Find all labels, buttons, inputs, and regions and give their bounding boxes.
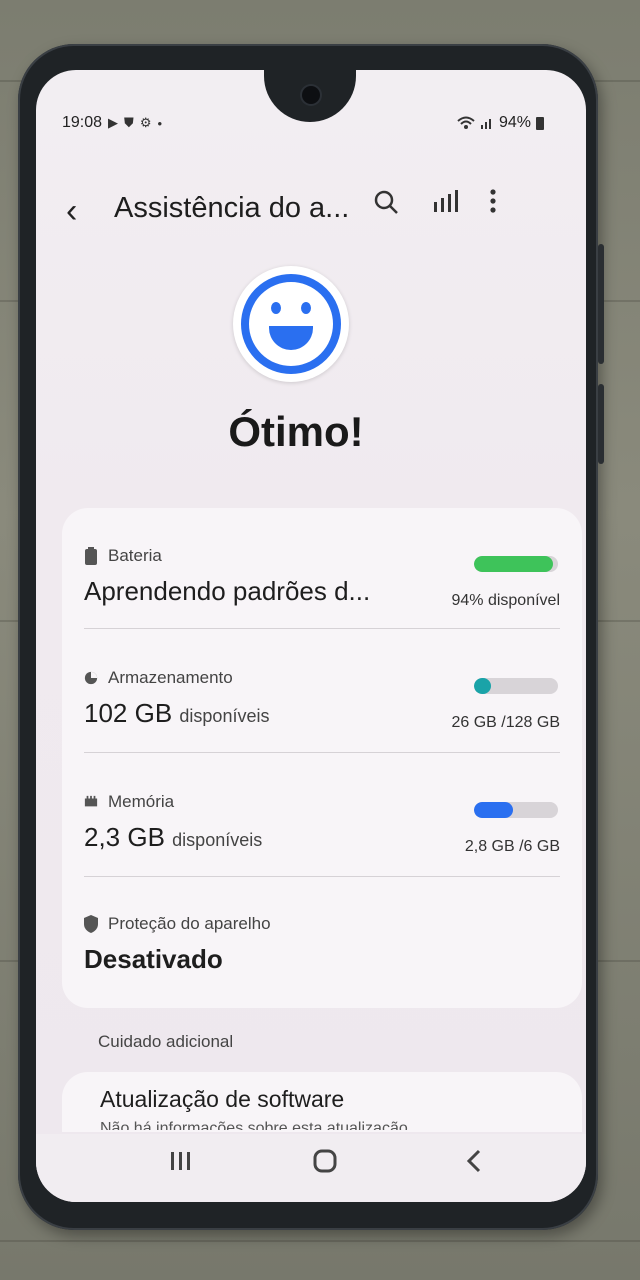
memory-available: 2,3 GB [84,822,165,852]
search-icon[interactable] [372,188,400,223]
status-time: 19:08 [62,114,103,131]
screen: 19:08 ▶ ⛊ ⚙ • 94% ‹ Assistência do a... … [36,70,586,1202]
play-icon: ▶ [108,115,119,130]
status-bar-right: 94% [457,114,544,132]
storage-section[interactable]: Armazenamento 102 GB disponíveis 26 GB /… [84,668,560,731]
back-nav-icon[interactable] [462,1148,488,1182]
software-update-title: Atualização de software [100,1086,345,1112]
power-button [598,384,604,464]
memory-section[interactable]: Memória 2,3 GB disponíveis 2,8 GB /6 GB [84,792,560,855]
protection-shield-icon [84,915,98,933]
bars-icon[interactable] [430,188,458,223]
smiley-eye-left [271,302,281,314]
page-title: Assistência do a... [114,192,350,224]
protection-label: Proteção do aparelho [108,914,271,933]
storage-bar-fill [474,678,491,694]
gear-icon: ⚙ [139,115,152,130]
battery-section[interactable]: Bateria Aprendendo padrões d... 94% disp… [84,546,560,609]
software-update-subtitle: Não há informações sobre esta atualizaçã… [100,1120,408,1130]
memory-available-suffix: disponíveis [172,830,263,850]
divider [84,752,560,753]
storage-section-icon [84,671,98,685]
extra-care-heading: Cuidado adicional [98,1032,234,1051]
divider [84,628,560,629]
battery-icon [536,117,544,130]
volume-button [598,244,604,364]
storage-available-suffix: disponíveis [179,706,270,726]
wifi-icon [457,116,475,129]
memory-bar-fill [474,802,514,818]
protection-status: Desativado [84,944,223,974]
shield-icon: ⛊ [124,115,134,130]
memory-label: Memória [108,792,175,811]
signal-icon [480,119,491,129]
notch [264,70,356,122]
memory-value: 2,8 GB /6 GB [464,838,560,855]
status-headline: Ótimo! [228,408,364,455]
more-icon[interactable] [488,188,498,223]
smiley-ring [241,274,341,374]
storage-bar [474,678,558,694]
navigation-bar [36,1134,586,1202]
battery-label: Bateria [108,546,162,565]
status-card: Bateria Aprendendo padrões d... 94% disp… [62,508,582,1008]
battery-value: 94% disponível [451,592,560,609]
protection-section[interactable]: Proteção do aparelho Desativado [84,914,560,975]
battery-bar [474,556,558,572]
divider [84,876,560,877]
back-icon[interactable]: ‹ [66,194,77,228]
app-header: ‹ Assistência do a... [36,182,586,242]
storage-label: Armazenamento [108,668,233,687]
memory-bar [474,802,558,818]
recent-apps-icon[interactable] [168,1148,194,1182]
battery-section-icon [85,547,97,565]
storage-value: 26 GB /128 GB [451,714,560,731]
battery-percent: 94% [498,114,531,131]
smiley-eye-right [301,302,311,314]
battery-bar-fill [474,556,553,572]
dot-icon: • [157,115,163,131]
smiley-icon [233,266,349,382]
status-bar-left: 19:08 ▶ ⛊ ⚙ • [62,114,162,132]
software-update-card[interactable]: Atualização de software Não há informaçõ… [62,1072,582,1132]
home-icon[interactable] [312,1148,338,1182]
front-camera [302,86,320,104]
storage-available: 102 GB [84,698,173,728]
memory-section-icon [84,795,98,807]
